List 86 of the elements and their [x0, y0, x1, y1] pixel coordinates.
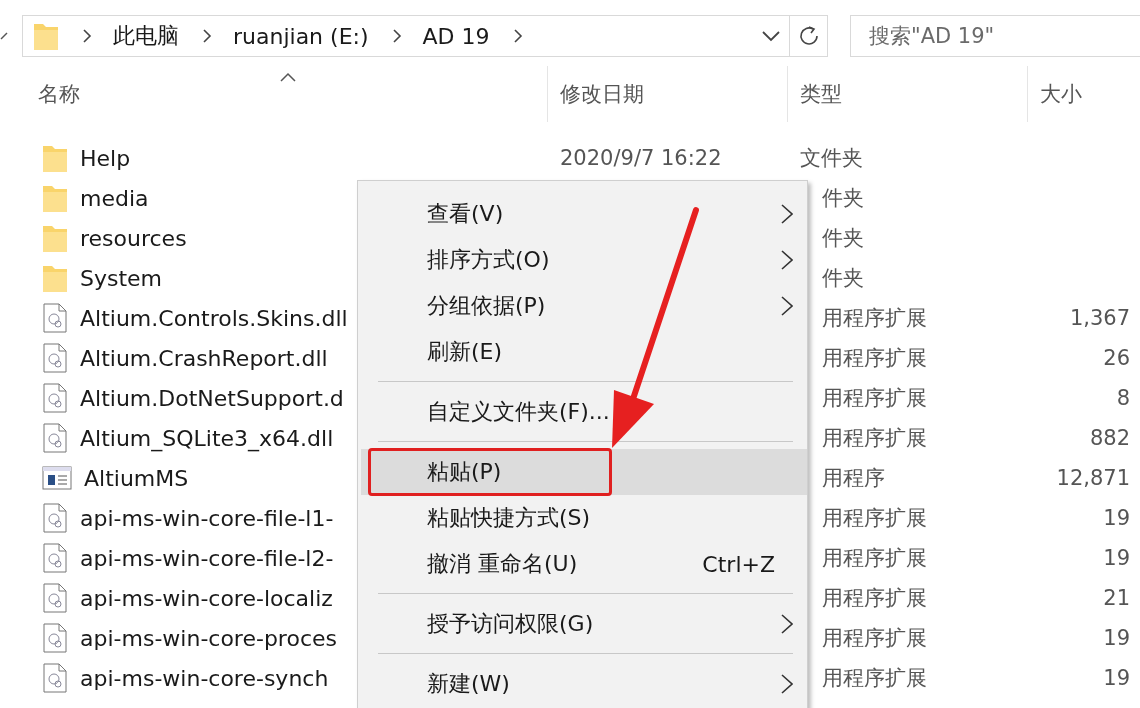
file-size: 12,871 [1056, 466, 1131, 490]
menu-item[interactable]: 分组依据(P) [361, 283, 807, 329]
breadcrumb[interactable]: ruanjian (E:) [233, 23, 369, 49]
shortcut-text: Ctrl+Z [702, 551, 775, 577]
file-type: 件夹 [821, 226, 864, 250]
gear-file-icon [42, 583, 68, 613]
menu-item[interactable]: 授予访问权限(G) [361, 601, 807, 647]
gear-file-icon [42, 343, 68, 373]
folder-icon [42, 223, 68, 253]
file-type: 用程序扩展 [821, 586, 927, 610]
column-header[interactable]: 名称 [38, 80, 80, 108]
file-size: 882 [1089, 426, 1131, 450]
breadcrumb-chevron-icon[interactable] [390, 29, 403, 43]
breadcrumb[interactable]: 此电脑 [113, 21, 179, 51]
menu-item[interactable]: 刷新(E) [361, 329, 807, 375]
breadcrumb-chevron-icon[interactable] [511, 29, 524, 43]
gear-file-icon [42, 423, 68, 453]
breadcrumb-chevron-icon[interactable] [201, 29, 213, 43]
file-size: 19 [1103, 666, 1131, 690]
submenu-chevron-icon [781, 250, 793, 270]
file-type: 用程序扩展 [821, 346, 927, 370]
file-type: 用程序扩展 [821, 506, 927, 530]
gear-file-icon [42, 623, 68, 653]
file-name[interactable]: api-ms-win-core-file-l2- [80, 545, 334, 571]
refresh-icon [797, 25, 820, 47]
menu-item[interactable]: 粘贴(P) [361, 449, 807, 495]
breadcrumb[interactable]: AD 19 [422, 23, 490, 49]
gear-file-icon [42, 543, 68, 573]
column-header[interactable]: 大小 [1040, 80, 1082, 108]
file-type: 文件夹 [800, 146, 863, 170]
file-name[interactable]: api-ms-win-core-proces [80, 625, 337, 651]
file-size: 19 [1103, 546, 1131, 570]
file-name[interactable]: Altium_SQLite3_x64.dll [80, 425, 334, 451]
column-header[interactable]: 修改日期 [560, 80, 644, 108]
file-name[interactable]: api-ms-win-core-synch [80, 665, 329, 691]
menu-item[interactable]: 自定义文件夹(F)... [361, 389, 807, 435]
gear-file-icon [42, 663, 68, 693]
sort-caret-icon [279, 72, 296, 82]
file-name[interactable]: Altium.CrashReport.dll [80, 345, 328, 371]
file-size: 1,367 [1069, 306, 1131, 330]
submenu-chevron-icon [781, 204, 793, 224]
dropdown-icon[interactable] [761, 30, 781, 42]
file-name[interactable]: media [80, 185, 149, 211]
submenu-chevron-icon [781, 296, 793, 316]
breadcrumb-chevron-icon[interactable] [81, 29, 93, 43]
submenu-chevron-icon [781, 674, 793, 694]
file-size: 26 [1103, 346, 1131, 370]
search-field[interactable]: 搜索"AD 19" [850, 15, 1140, 57]
file-name[interactable]: Help [80, 145, 131, 171]
folder-icon [42, 183, 68, 213]
file-type: 用程序扩展 [821, 386, 927, 410]
address-bar[interactable]: 此电脑 ruanjian (E:) AD 19 [22, 15, 828, 57]
file-name[interactable]: resources [80, 225, 187, 251]
file-name[interactable]: Altium.DotNetSupport.d [80, 385, 344, 411]
menu-item[interactable]: 排序方式(O) [361, 237, 807, 283]
file-name[interactable]: System [80, 265, 163, 291]
column-header[interactable]: 类型 [800, 80, 842, 108]
file-name[interactable]: api-ms-win-core-localiz [80, 585, 333, 611]
gear-file-icon [42, 303, 68, 333]
file-type: 用程序扩展 [821, 626, 927, 650]
modified-date: 2020/9/7 16:22 [560, 146, 722, 170]
file-name[interactable]: Altium.Controls.Skins.dll [80, 305, 348, 331]
file-type: 件夹 [821, 266, 864, 290]
gear-file-icon [42, 503, 68, 533]
folder-icon [33, 21, 59, 51]
gear-file-icon [42, 383, 68, 413]
menu-item[interactable]: 查看(V) [361, 191, 807, 237]
submenu-chevron-icon [781, 614, 793, 634]
menu-item[interactable]: 撤消 重命名(U) Ctrl+Z [361, 541, 807, 587]
file-type: 用程序扩展 [821, 666, 927, 690]
menu-item[interactable]: 新建(W) [361, 661, 807, 707]
folder-icon [42, 263, 68, 293]
file-type: 用程序扩展 [821, 306, 927, 330]
application-icon [42, 465, 72, 491]
folder-icon [42, 143, 68, 173]
file-name[interactable]: AltiumMS [84, 465, 189, 491]
file-type: 用程序 [821, 466, 885, 490]
file-name[interactable]: api-ms-win-core-file-l1- [80, 505, 334, 531]
file-size: 19 [1103, 626, 1131, 650]
file-size: 19 [1103, 506, 1131, 530]
file-type: 用程序扩展 [821, 546, 927, 570]
file-type: 件夹 [821, 186, 864, 210]
menu-item[interactable]: 粘贴快捷方式(S) [361, 495, 807, 541]
file-size: 8 [1116, 386, 1131, 410]
file-size: 21 [1103, 586, 1131, 610]
file-type: 用程序扩展 [821, 426, 927, 450]
